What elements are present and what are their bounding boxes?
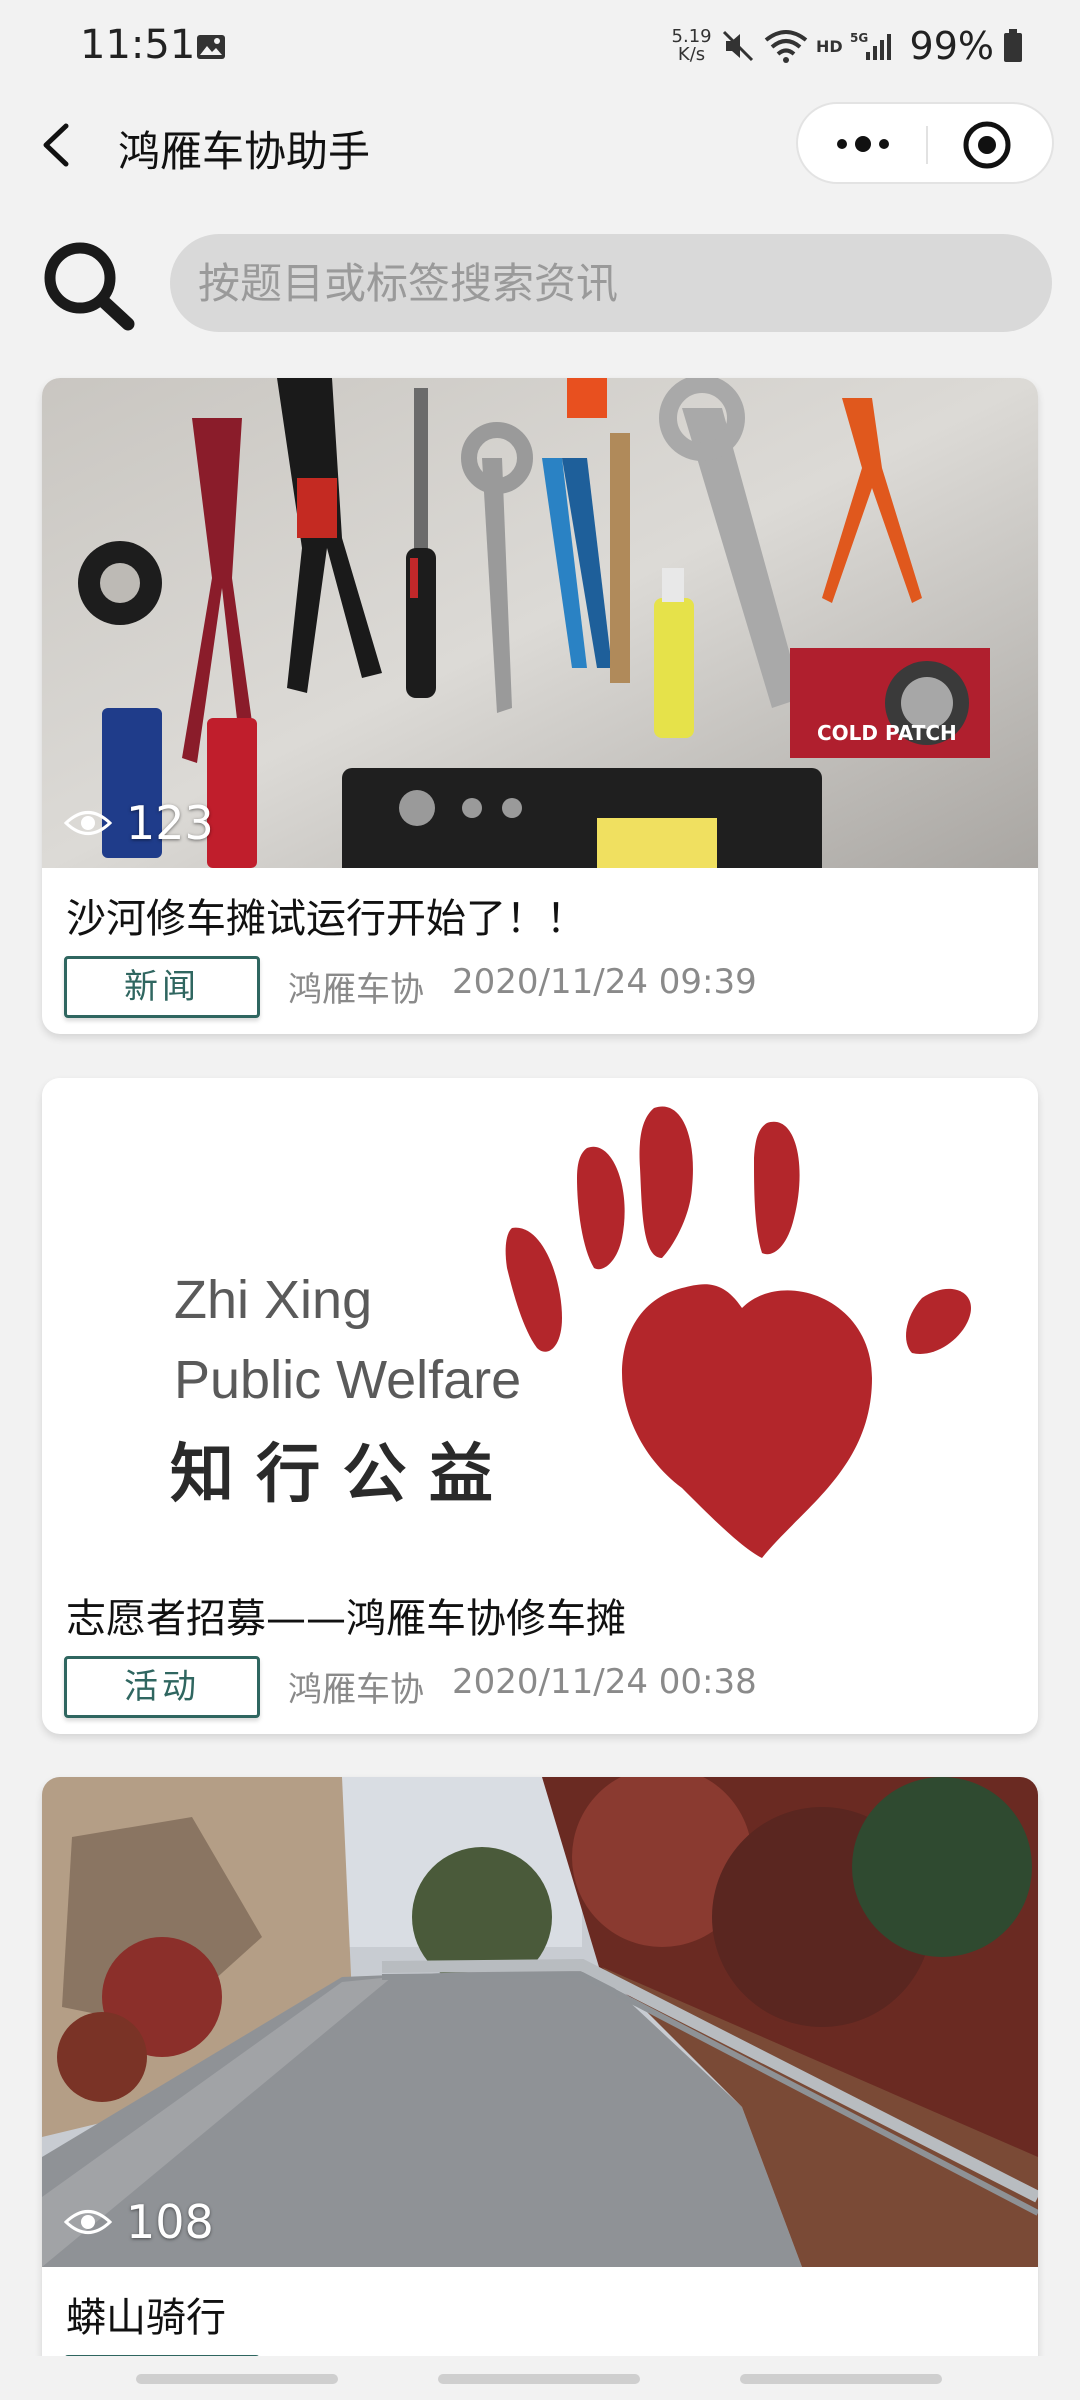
article-card[interactable]: Zhi Xing Public Welfare 知 行 公 益 志愿者招募——鸿… xyxy=(42,1078,1038,1734)
gesture-segment-center[interactable] xyxy=(438,2374,640,2384)
view-count-value: 123 xyxy=(126,796,214,850)
battery-percent: 99% xyxy=(909,24,994,68)
article-thumbnail-road[interactable]: 108 xyxy=(42,1777,1038,2267)
article-title[interactable]: 蟒山骑行 xyxy=(66,2285,226,2343)
eye-icon xyxy=(64,811,112,835)
wifi-icon xyxy=(764,30,807,63)
mountain-road-image xyxy=(42,1777,1038,2267)
close-target-icon[interactable] xyxy=(962,120,1012,170)
gallery-icon xyxy=(197,35,225,59)
search-input[interactable] xyxy=(170,234,1052,332)
hd-5g-signal-icon: HD 5G xyxy=(816,31,891,60)
search-row xyxy=(0,232,1080,332)
miniprogram-capsule xyxy=(796,102,1054,184)
search-icon[interactable] xyxy=(40,238,140,334)
network-speed: 5.19 K/s xyxy=(671,26,712,65)
article-card[interactable]: 108 蟒山骑行 xyxy=(42,1777,1038,2397)
tools-photo-image: COLD PATCH xyxy=(42,378,1038,868)
article-thumbnail-logo[interactable]: Zhi Xing Public Welfare 知 行 公 益 xyxy=(42,1078,1038,1568)
article-author: 鸿雁车协 xyxy=(288,1670,424,1710)
logo-text-line2: Public Welfare xyxy=(174,1350,521,1410)
status-time: 11:51 xyxy=(80,22,196,68)
logo-text-line1: Zhi Xing xyxy=(174,1270,372,1330)
mute-icon xyxy=(722,30,753,62)
battery-icon xyxy=(1004,29,1022,62)
article-thumbnail-tools[interactable]: COLD PATCH 123 xyxy=(42,378,1038,868)
article-author: 鸿雁车协 xyxy=(288,970,424,1010)
view-count-value: 108 xyxy=(126,2195,214,2249)
more-dots-icon[interactable] xyxy=(828,126,898,162)
status-bar: 11:51 5.19 K/s HD 5G 99% xyxy=(0,0,1080,96)
article-date: 2020/11/24 00:38 xyxy=(452,1662,757,1702)
zhixing-logo-image: Zhi Xing Public Welfare 知 行 公 益 xyxy=(42,1078,1038,1568)
gesture-segment-left[interactable] xyxy=(136,2374,338,2384)
view-count: 108 xyxy=(64,2195,214,2249)
capsule-divider xyxy=(926,126,928,164)
article-date: 2020/11/24 09:39 xyxy=(452,962,757,1002)
article-tag[interactable]: 新闻 xyxy=(64,956,260,1018)
view-count: 123 xyxy=(64,796,214,850)
logo-text-line3: 知 行 公 益 xyxy=(170,1438,493,1512)
eye-icon xyxy=(64,2210,112,2234)
article-title[interactable]: 沙河修车摊试运行开始了！！ xyxy=(66,886,586,944)
cold-patch-label: COLD PATCH xyxy=(817,721,957,745)
gesture-nav-bar xyxy=(0,2356,1080,2400)
article-card[interactable]: COLD PATCH 123 沙河修车摊试运行开始了！！ 新闻 鸿雁车协 202… xyxy=(42,378,1038,1034)
svg-text:HD: HD xyxy=(816,37,843,56)
back-arrow-icon[interactable] xyxy=(36,120,76,170)
svg-text:5G: 5G xyxy=(850,31,868,45)
nav-bar: 鸿雁车协助手 xyxy=(0,100,1080,190)
gesture-segment-right[interactable] xyxy=(740,2374,942,2384)
article-title[interactable]: 志愿者招募——鸿雁车协修车摊 xyxy=(66,1586,626,1644)
page-title: 鸿雁车协助手 xyxy=(118,127,371,176)
status-icons: 5.19 K/s HD 5G 99% xyxy=(672,24,1024,68)
article-tag[interactable]: 活动 xyxy=(64,1656,260,1718)
